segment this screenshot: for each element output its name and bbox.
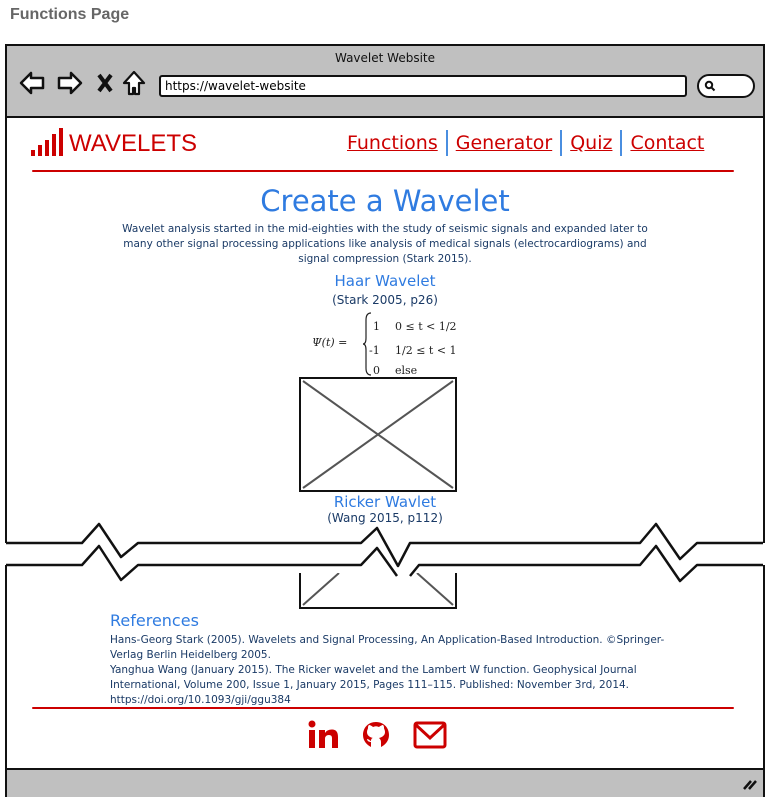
case-condition: 0 ≤ t < 1/2 — [395, 320, 457, 333]
nav-contact[interactable]: Contact — [622, 132, 712, 154]
case-condition: 1/2 ≤ t < 1 — [395, 344, 457, 357]
references-list: Hans-Georg Stark (2005). Wavelets and Si… — [110, 633, 670, 708]
ricker-heading: Ricker Wavlet — [333, 493, 437, 511]
window-title: Wavelet Website — [334, 51, 435, 65]
reference-item: Yanghua Wang (January 2015). The Ricker … — [110, 664, 637, 706]
intro-text: Wavelet analysis started in the mid-eigh… — [122, 223, 648, 265]
case-value: -1 — [369, 344, 380, 357]
ricker-citation: (Wang 2015, p112) — [327, 511, 443, 525]
search-input[interactable] — [697, 74, 755, 98]
nav-quiz[interactable]: Quiz — [562, 132, 620, 154]
forward-arrow-icon[interactable] — [57, 70, 83, 96]
back-arrow-icon[interactable] — [19, 70, 45, 96]
github-icon[interactable] — [361, 720, 391, 750]
case-condition: else — [395, 364, 418, 377]
browser-window-bottom: References Hans-Georg Stark (2005). Wave… — [5, 565, 765, 797]
close-x-icon[interactable] — [93, 70, 119, 96]
nav-functions[interactable]: Functions — [339, 132, 446, 154]
resize-grip-icon[interactable] — [743, 778, 757, 790]
main-nav: Functions Generator Quiz Contact — [339, 130, 712, 156]
ricker-image-placeholder — [299, 573, 457, 609]
email-icon[interactable] — [413, 721, 447, 749]
browser-window: Wavelet Website https://wavelet-website … — [5, 44, 765, 543]
url-input[interactable]: https://wavelet-website — [159, 75, 687, 97]
reference-item: Hans-Georg Stark (2005). Wavelets and Si… — [110, 634, 665, 661]
page-label: Functions Page — [10, 6, 130, 23]
signal-bars-icon — [31, 128, 63, 156]
haar-image-placeholder — [299, 377, 457, 492]
home-icon[interactable] — [121, 70, 147, 96]
linkedin-icon[interactable] — [307, 720, 339, 750]
page-title: Create a Wavelet — [260, 184, 510, 218]
logo-text: WAVELETS — [69, 130, 198, 157]
haar-heading: Haar Wavelet — [334, 272, 436, 290]
logo[interactable]: WAVELETS — [31, 128, 197, 156]
case-value: 1 — [373, 320, 380, 333]
footer-divider — [32, 707, 734, 709]
status-bar — [7, 768, 763, 797]
social-links — [307, 720, 447, 750]
references-heading: References — [110, 611, 199, 630]
haar-formula: Ψ(t) = 1 0 ≤ t < 1/2 -1 1/2 ≤ t < 1 0 el… — [307, 308, 457, 378]
haar-citation: (Stark 2005, p26) — [332, 293, 438, 307]
formula-lhs: Ψ(t) = — [312, 336, 348, 349]
nav-generator[interactable]: Generator — [448, 132, 560, 154]
case-value: 0 — [373, 364, 380, 377]
search-icon — [704, 80, 716, 92]
header-divider — [32, 170, 734, 172]
browser-chrome: Wavelet Website https://wavelet-website — [7, 46, 763, 118]
